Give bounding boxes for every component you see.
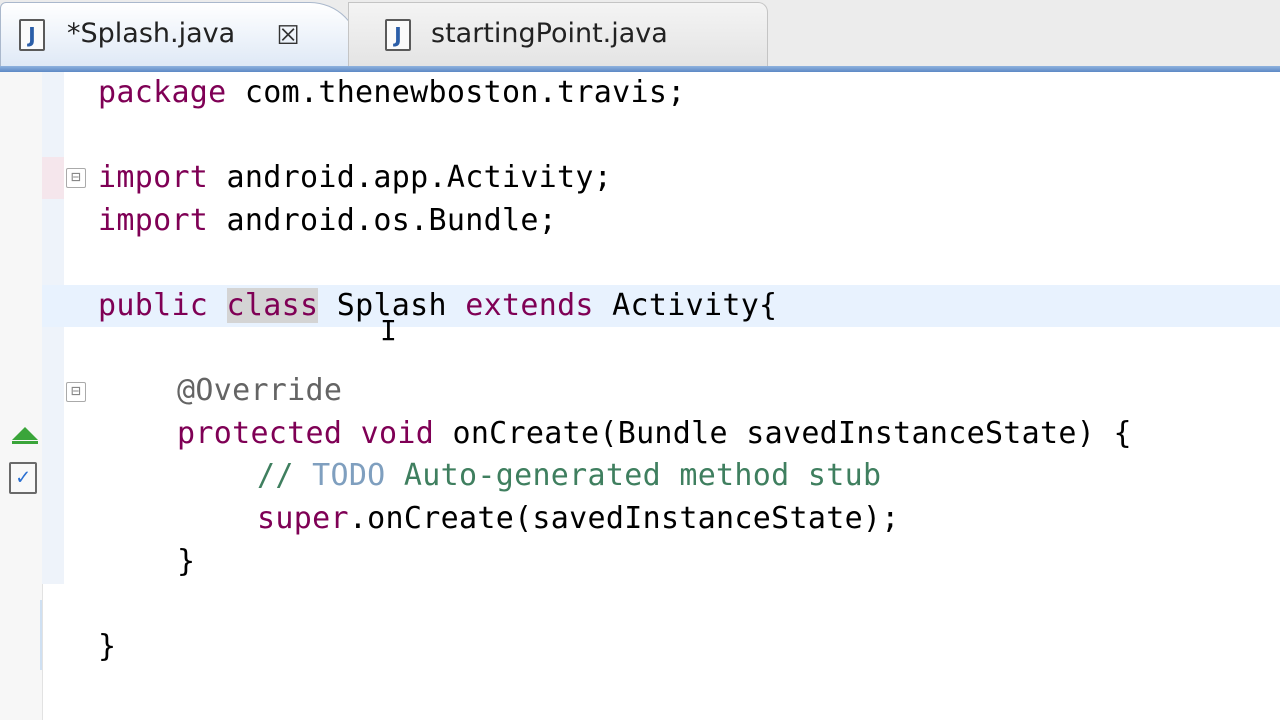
code-line-package: package com.thenewboston.travis; <box>98 75 686 110</box>
annotation-ruler[interactable] <box>0 72 43 720</box>
folding-ruler[interactable] <box>42 72 64 584</box>
code-line-close-method: } <box>177 544 196 579</box>
ruler-line <box>40 600 42 670</box>
code-line-comment: // TODO Auto-generated method stub <box>257 458 882 493</box>
tab-startingpoint-java[interactable]: J startingPoint.java <box>348 2 768 66</box>
code-line-class: public class Splash extends Activity{ <box>98 288 778 323</box>
java-file-icon: J <box>385 19 411 51</box>
fold-collapse-icon[interactable]: ⊟ <box>66 382 86 402</box>
task-marker-icon[interactable]: ✓ <box>9 462 37 494</box>
text-cursor-icon: I <box>380 314 397 347</box>
editor-tab-bar: J *Splash.java ☒ J startingPoint.java <box>0 0 1280 66</box>
code-line-import: import android.os.Bundle; <box>98 203 558 238</box>
tab-splash-java[interactable]: J *Splash.java ☒ <box>0 2 360 66</box>
code-line-import: import android.app.Activity; <box>98 160 613 195</box>
tab-label: *Splash.java <box>67 18 236 49</box>
code-line-super: super.onCreate(savedInstanceState); <box>257 501 900 536</box>
code-line-annotation: @Override <box>177 373 343 408</box>
tab-label: startingPoint.java <box>431 18 668 49</box>
occurrence-highlight: class <box>226 288 319 323</box>
range-indicator <box>42 157 64 199</box>
fold-collapse-icon[interactable]: ⊟ <box>66 168 86 188</box>
close-icon[interactable]: ☒ <box>275 23 301 49</box>
code-line-method: protected void onCreate(Bundle savedInst… <box>177 416 1132 451</box>
code-line-close-class: } <box>98 629 117 664</box>
override-marker-icon[interactable] <box>12 427 38 444</box>
java-file-icon: J <box>19 19 45 51</box>
